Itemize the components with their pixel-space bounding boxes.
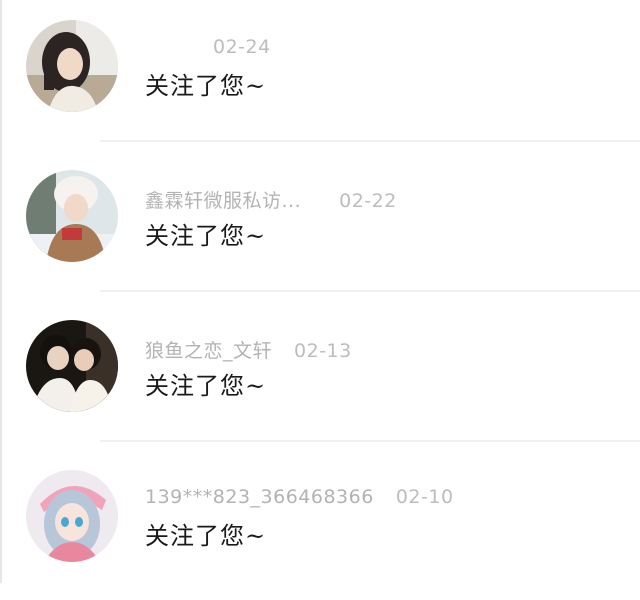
notification-message: 关注了您~ (145, 522, 267, 550)
notification-item[interactable]: 139***823_366468366 02-10 关注了您~ (0, 450, 640, 600)
user-avatar-anime-girl-icon (26, 470, 118, 562)
avatar[interactable] (26, 320, 118, 412)
notification-meta: 鑫霖轩微服私访... 02-22 (145, 186, 397, 212)
notification-item[interactable]: 02-24 关注了您~ (0, 0, 640, 150)
notification-message: 关注了您~ (145, 72, 267, 100)
sender-name[interactable]: 139***823_366468366 (145, 486, 374, 508)
notification-item[interactable]: 鑫霖轩微服私访... 02-22 关注了您~ (0, 150, 640, 300)
avatar[interactable] (26, 20, 118, 112)
notification-date: 02-10 (395, 486, 454, 508)
notification-meta: 139***823_366468366 02-10 (145, 486, 454, 512)
user-avatar-couple-icon (26, 320, 118, 412)
notification-meta: 狼鱼之恋_文轩 02-13 (145, 336, 352, 362)
notification-meta: 02-24 (145, 36, 271, 62)
sender-name[interactable]: 鑫霖轩微服私访... (145, 186, 301, 213)
notification-item[interactable]: 狼鱼之恋_文轩 02-13 关注了您~ (0, 300, 640, 450)
user-avatar-girl-winter-hat-icon (26, 170, 118, 262)
avatar[interactable] (26, 170, 118, 262)
follower-notification-list: 02-24 关注了您~ 鑫霖轩微服私访... 02-22 关注了您~ 狼鱼之恋_… (0, 0, 640, 600)
notification-date: 02-22 (339, 190, 397, 212)
notification-message: 关注了您~ (145, 222, 267, 250)
user-avatar-girl-portrait-icon (26, 20, 118, 112)
sender-name[interactable]: 狼鱼之恋_文轩 (145, 336, 272, 363)
divider (100, 290, 640, 292)
notification-date: 02-24 (213, 36, 271, 58)
notification-message: 关注了您~ (145, 372, 267, 400)
notification-date: 02-13 (294, 340, 352, 362)
divider (100, 140, 640, 142)
divider (100, 440, 640, 442)
avatar[interactable] (26, 470, 118, 562)
